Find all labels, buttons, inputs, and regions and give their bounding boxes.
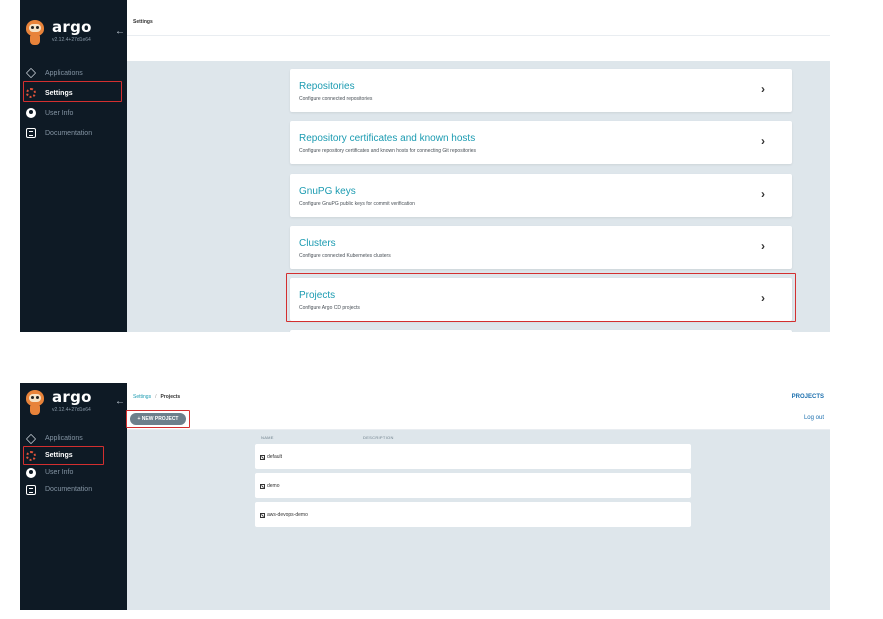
sidebar-item-applications[interactable]: Applications bbox=[20, 430, 127, 447]
breadcrumb-settings-link[interactable]: Settings bbox=[133, 394, 151, 400]
project-name: aws-devops-demo bbox=[267, 512, 308, 518]
settings-card-partial bbox=[290, 330, 792, 332]
user-icon bbox=[26, 108, 36, 118]
chevron-right-icon: › bbox=[761, 82, 765, 96]
chevron-right-icon: › bbox=[761, 239, 765, 253]
settings-content: Repositories Configure connected reposit… bbox=[127, 61, 830, 332]
documentation-icon bbox=[26, 484, 36, 495]
projects-screenshot: argo v2.12.4+27d1e64 ← Applications Sett… bbox=[20, 383, 830, 610]
settings-card-clusters[interactable]: Clusters Configure connected Kubernetes … bbox=[290, 226, 792, 269]
collapse-arrow-icon[interactable]: ← bbox=[115, 26, 125, 37]
card-description: Configure Argo CD projects bbox=[299, 305, 360, 311]
top-bar: Settings bbox=[127, 0, 830, 36]
sidebar-item-documentation[interactable]: Documentation bbox=[20, 481, 127, 498]
card-title: GnuPG keys bbox=[299, 186, 356, 197]
page-title: Settings bbox=[133, 19, 153, 25]
sidebar-item-user-info[interactable]: User Info bbox=[20, 103, 127, 123]
chevron-right-icon: › bbox=[761, 134, 765, 148]
sidebar-item-user-info[interactable]: User Info bbox=[20, 464, 127, 481]
card-description: Configure connected repositories bbox=[299, 96, 373, 102]
card-description: Configure repository certificates and kn… bbox=[299, 148, 477, 154]
settings-card-repository-certificates[interactable]: Repository certificates and known hosts … bbox=[290, 121, 792, 164]
argo-octopus-icon bbox=[25, 20, 45, 46]
project-icon bbox=[260, 483, 265, 489]
card-title: Projects bbox=[299, 290, 336, 301]
sidebar-item-settings[interactable]: Settings bbox=[20, 447, 127, 464]
table-row[interactable]: aws-devops-demo bbox=[255, 502, 691, 527]
card-title: Repository certificates and known hosts bbox=[299, 133, 476, 144]
brand-logo: argo v2.12.4+27d1e64 bbox=[25, 390, 92, 416]
brand-logo: argo v2.12.4+27d1e64 bbox=[25, 20, 92, 46]
breadcrumb-current: Projects bbox=[160, 394, 181, 400]
toolbar: + NEW PROJECT Log out bbox=[126, 408, 830, 430]
sidebar-nav: Applications Settings User Info Document… bbox=[20, 63, 127, 143]
card-title: Clusters bbox=[299, 238, 336, 249]
project-name: demo bbox=[267, 483, 280, 489]
sidebar-item-label: User Info bbox=[45, 109, 74, 117]
projects-content: NAME DESCRIPTION default demo aws-devops… bbox=[127, 430, 830, 610]
version-label: v2.12.4+27d1e64 bbox=[52, 407, 91, 413]
card-description: Configure connected Kubernetes clusters bbox=[299, 253, 391, 259]
settings-card-gnupg-keys[interactable]: GnuPG keys Configure GnuPG public keys f… bbox=[290, 174, 792, 217]
sidebar-item-label: Settings bbox=[45, 452, 73, 459]
sidebar-item-applications[interactable]: Applications bbox=[20, 63, 127, 83]
sidebar-nav: Applications Settings User Info Document… bbox=[20, 430, 127, 498]
collapse-arrow-icon[interactable]: ← bbox=[115, 396, 125, 407]
settings-card-projects[interactable]: Projects Configure Argo CD projects › bbox=[290, 278, 792, 321]
user-icon bbox=[26, 467, 36, 478]
sidebar: argo v2.12.4+27d1e64 ← Applications Sett… bbox=[20, 0, 127, 332]
documentation-icon bbox=[26, 128, 36, 138]
sidebar: argo v2.12.4+27d1e64 ← Applications Sett… bbox=[20, 383, 127, 610]
version-label: v2.12.4+27d1e64 bbox=[52, 37, 91, 43]
logout-link[interactable]: Log out bbox=[804, 415, 824, 421]
settings-gear-icon bbox=[26, 88, 36, 98]
top-bar: Settings / Projects PROJECTS bbox=[127, 383, 830, 408]
brand-name: argo bbox=[52, 18, 92, 36]
brand-name: argo bbox=[52, 388, 92, 406]
chevron-right-icon: › bbox=[761, 187, 765, 201]
new-project-button[interactable]: + NEW PROJECT bbox=[130, 413, 186, 425]
settings-gear-icon bbox=[26, 450, 36, 461]
project-name: default bbox=[267, 454, 283, 460]
card-description: Configure GnuPG public keys for commit v… bbox=[299, 201, 415, 207]
sidebar-item-documentation[interactable]: Documentation bbox=[20, 123, 127, 143]
page-heading: PROJECTS bbox=[791, 394, 824, 400]
sidebar-item-label: User Info bbox=[45, 469, 74, 476]
column-header-description: DESCRIPTION bbox=[363, 435, 394, 440]
sidebar-item-label: Settings bbox=[45, 89, 73, 97]
sidebar-item-label: Documentation bbox=[45, 129, 93, 137]
breadcrumb-separator: / bbox=[155, 394, 157, 400]
settings-card-repositories[interactable]: Repositories Configure connected reposit… bbox=[290, 69, 792, 112]
applications-icon bbox=[25, 433, 37, 444]
sidebar-item-settings[interactable]: Settings bbox=[20, 83, 127, 103]
breadcrumb: Settings / Projects bbox=[133, 394, 180, 400]
project-icon bbox=[260, 512, 265, 518]
applications-icon bbox=[25, 67, 37, 79]
argo-octopus-icon bbox=[25, 390, 45, 416]
sidebar-item-label: Applications bbox=[45, 69, 83, 77]
sidebar-item-label: Documentation bbox=[45, 486, 93, 493]
column-header-name: NAME bbox=[261, 435, 274, 440]
project-icon bbox=[260, 454, 265, 460]
table-row[interactable]: demo bbox=[255, 473, 691, 498]
sidebar-item-label: Applications bbox=[45, 435, 83, 442]
card-title: Repositories bbox=[299, 81, 355, 92]
settings-screenshot: argo v2.12.4+27d1e64 ← Applications Sett… bbox=[20, 0, 830, 332]
table-row[interactable]: default bbox=[255, 444, 691, 469]
chevron-right-icon: › bbox=[761, 291, 765, 305]
